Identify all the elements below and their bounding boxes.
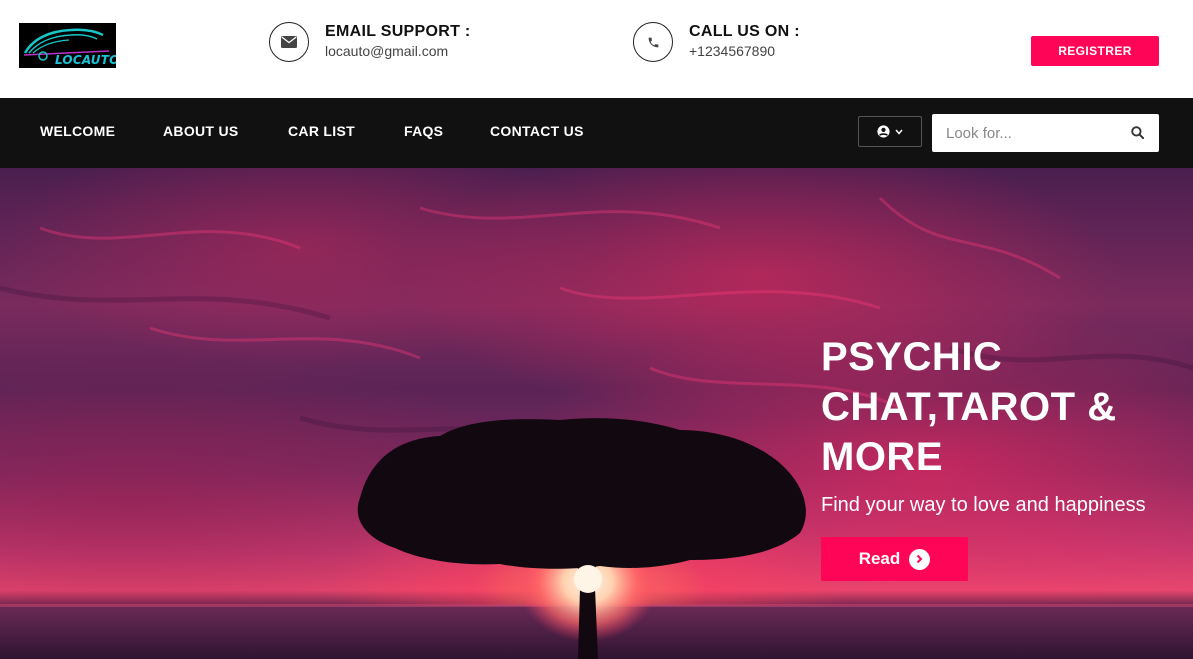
read-button[interactable]: Read (821, 537, 968, 581)
register-button[interactable]: REGISTRER (1031, 36, 1159, 66)
nav-item-contact-us[interactable]: CONTACT US (490, 123, 584, 139)
search-input[interactable] (932, 114, 1122, 152)
nav-item-car-list[interactable]: CAR LIST (288, 123, 355, 139)
search-box (932, 114, 1159, 152)
email-support-title: EMAIL SUPPORT : (325, 23, 471, 40)
phone-number[interactable]: +1234567890 (689, 43, 775, 59)
envelope-icon (269, 22, 309, 62)
email-address[interactable]: locauto@gmail.com (325, 43, 448, 59)
hero-banner: PSYCHIC CHAT,TAROT & MORE Find your way … (0, 168, 1193, 659)
chevron-down-icon (895, 129, 903, 135)
user-menu-button[interactable] (858, 116, 922, 147)
nav-item-faqs[interactable]: FAQS (404, 123, 443, 139)
main-nav: WELCOME ABOUT US CAR LIST FAQS CONTACT U… (0, 98, 1193, 168)
hero-title: PSYCHIC CHAT,TAROT & MORE (821, 335, 1117, 479)
user-circle-icon (877, 125, 890, 138)
top-header: LOCAUTO EMAIL SUPPORT : locauto@gmail.co… (0, 0, 1193, 98)
nav-item-welcome[interactable]: WELCOME (40, 123, 115, 139)
search-icon[interactable] (1131, 126, 1144, 139)
hero-subtitle: Find your way to love and happiness (821, 494, 1146, 516)
chevron-right-icon (909, 548, 931, 570)
logo-text: LOCAUTO (55, 53, 116, 67)
call-us-title: CALL US ON : (689, 23, 800, 40)
phone-icon (633, 22, 673, 62)
nav-item-about-us[interactable]: ABOUT US (163, 123, 239, 139)
locauto-logo[interactable]: LOCAUTO (19, 23, 116, 68)
read-button-label: Read (858, 549, 901, 568)
